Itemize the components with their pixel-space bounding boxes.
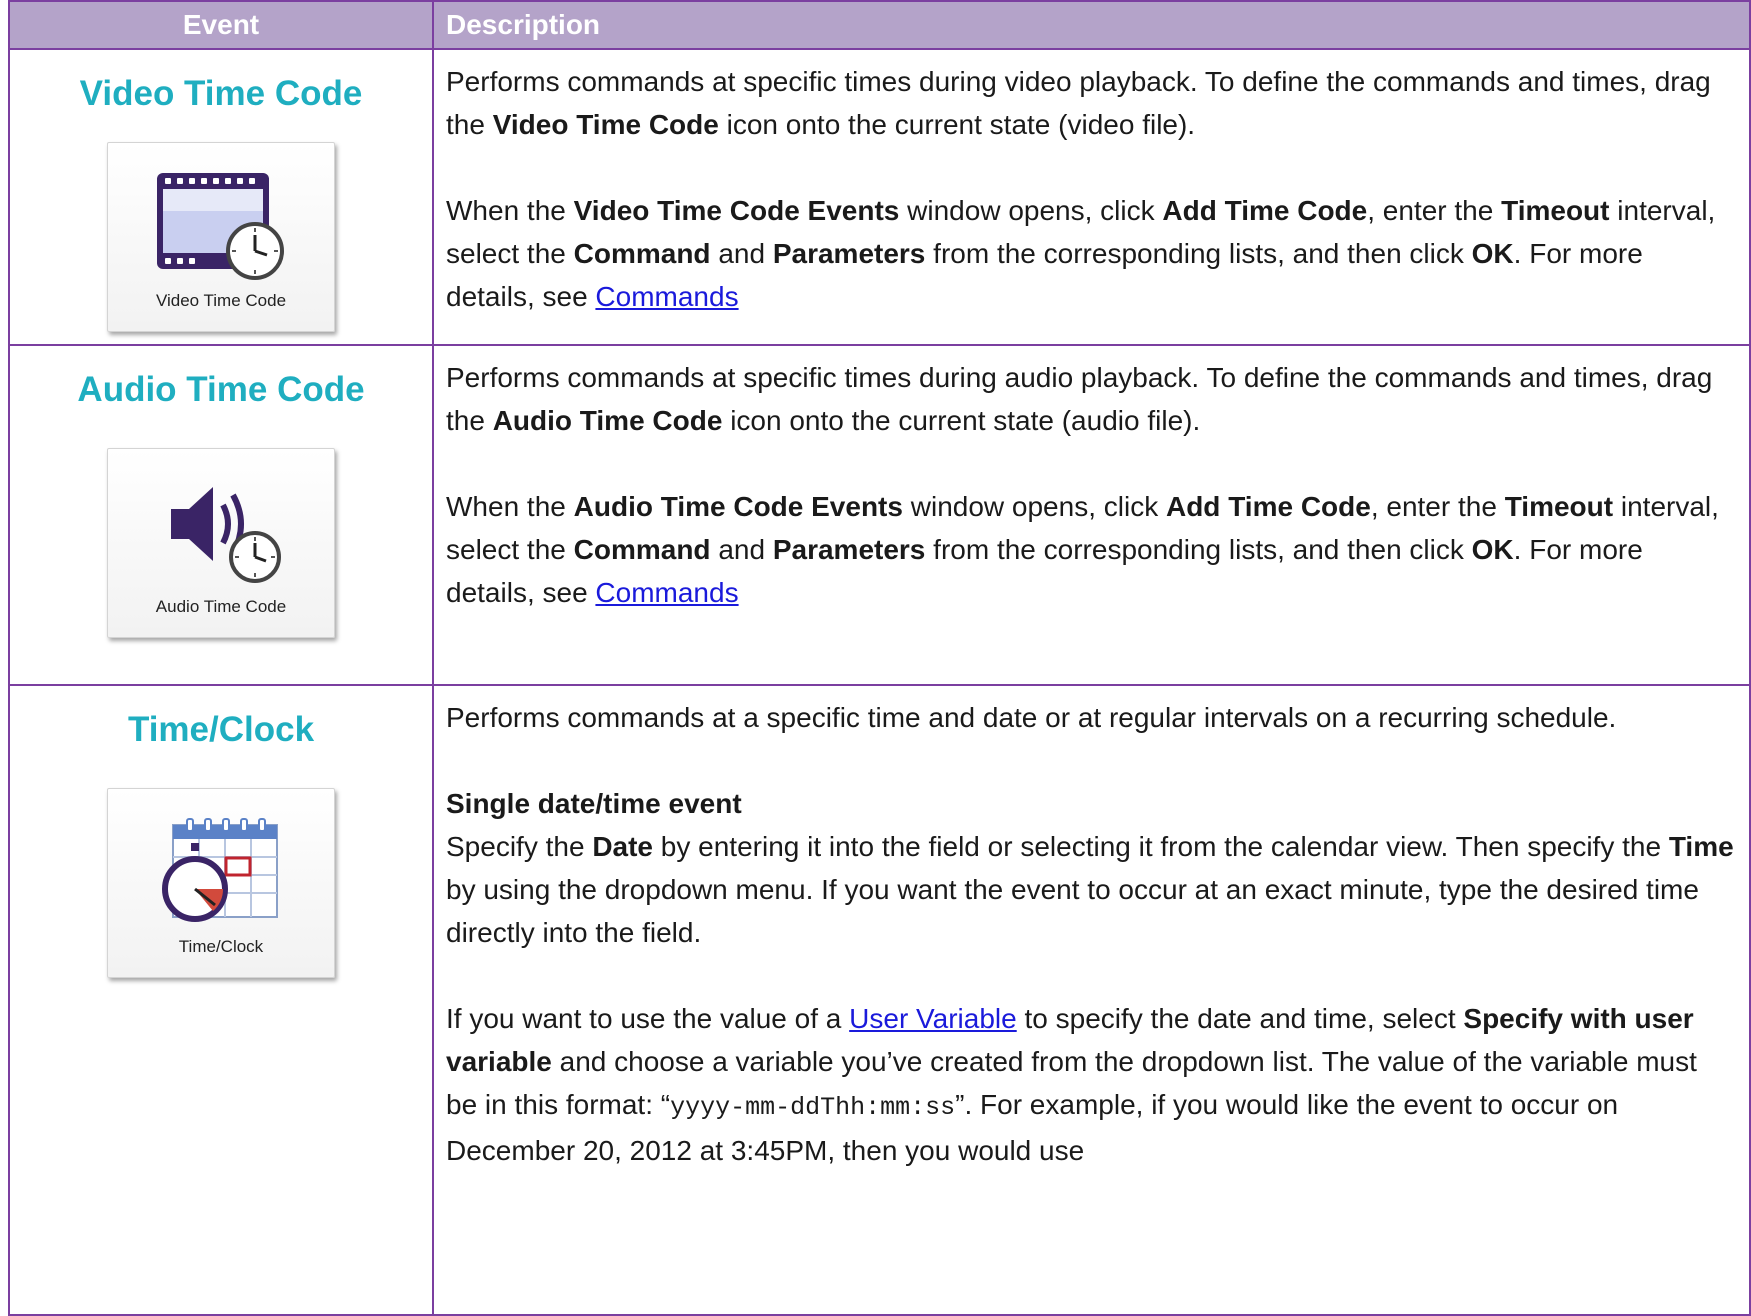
table-row: Time/Clock Time/Clock Performs commands … [8,684,1751,1316]
description-paragraph: Performs commands at specific times duri… [446,66,1711,140]
description-paragraph: If you want to use the value of a User V… [446,1003,1697,1166]
description-cell: Performs commands at specific times duri… [432,344,1751,686]
time-clock-tile: Time/Clock [107,788,335,978]
commands-link[interactable]: Commands [595,577,738,608]
description-cell: Performs commands at specific times duri… [432,48,1751,346]
icon-caption: Time/Clock [178,937,264,956]
date-format-code: yyyy-mm-ddThh:mm:ss [670,1093,956,1122]
description-cell: Performs commands at a specific time and… [432,684,1751,1316]
user-variable-link[interactable]: User Variable [849,1003,1017,1034]
film-clock-icon [157,173,284,280]
event-column-header: Event [8,0,434,50]
commands-link[interactable]: Commands [595,281,738,312]
description-paragraph: Performs commands at specific times duri… [446,362,1713,436]
description-paragraph: When the Video Time Code Events window o… [446,195,1716,312]
table-row: Video Time Code Video Time Code Performs… [8,48,1751,346]
video-time-code-tile: Video Time Code [107,142,335,332]
speaker-clock-icon [171,487,281,583]
table-header-row: Event Description [8,0,1751,50]
event-cell: Audio Time Code Audio Time Code [8,344,434,686]
icon-caption: Video Time Code [155,291,287,310]
event-cell: Time/Clock Time/Clock [8,684,434,1316]
description-paragraph: When the Audio Time Code Events window o… [446,491,1719,608]
event-title: Video Time Code [79,74,363,113]
event-title: Audio Time Code [77,370,365,409]
description-paragraph: Performs commands at a specific time and… [446,702,1617,733]
subheading: Single date/time event [446,788,742,819]
table-row: Audio Time Code Audio Time Code Performs… [8,344,1751,686]
event-cell: Video Time Code Video Time Code [8,48,434,346]
events-table: Event Description Video Time Code Video … [8,0,1751,1316]
icon-caption: Audio Time Code [155,597,287,616]
description-paragraph: Single date/time event Specify the Date b… [446,782,1735,954]
event-title: Time/Clock [127,710,315,749]
description-column-header: Description [432,0,1751,50]
calendar-stopwatch-icon [162,818,278,922]
audio-time-code-tile: Audio Time Code [107,448,335,638]
